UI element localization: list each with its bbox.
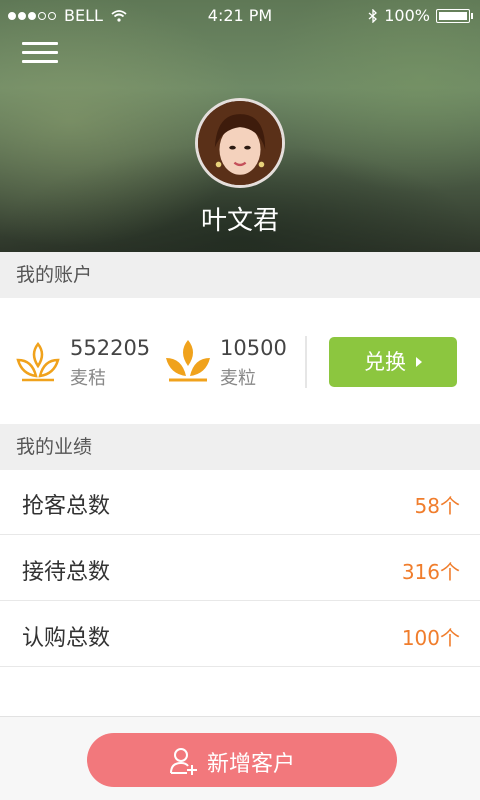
add-user-icon [170, 748, 197, 775]
grain-label: 麦粒 [220, 368, 256, 389]
avatar[interactable] [195, 98, 285, 188]
metric-value: 316个 [401, 560, 460, 584]
status-bar: BELL 4:21 PM 100% [0, 0, 480, 30]
user-name: 叶文君 [200, 206, 279, 236]
chevron-right-icon [416, 357, 422, 367]
wheat-grain-icon [166, 340, 210, 382]
exchange-button-label: 兑换 [364, 350, 406, 374]
bottom-bar: 新增客户 [0, 716, 480, 800]
metric-value: 100个 [401, 626, 460, 650]
avatar-photo [198, 101, 282, 185]
divider [305, 336, 307, 388]
bluetooth-icon [368, 8, 378, 23]
metric-label: 接待总数 [22, 560, 111, 585]
exchange-button[interactable]: 兑换 [329, 337, 457, 387]
metric-label: 认购总数 [22, 626, 111, 651]
menu-icon[interactable] [22, 40, 58, 66]
add-customer-button[interactable]: 新增客户 [87, 733, 397, 787]
performance-section-title: 我的业绩 [0, 424, 480, 470]
battery-percent: 100% [384, 6, 430, 25]
metric-label: 抢客总数 [22, 494, 111, 519]
add-customer-label: 新增客户 [207, 752, 296, 777]
metric-row-grab-total[interactable]: 抢客总数 58个 [0, 470, 480, 535]
straw-label: 麦秸 [70, 368, 106, 389]
account-panel: 552205 麦秸 10500 麦粒 兑换 [0, 298, 480, 424]
status-right: 100% [368, 6, 473, 25]
metric-value: 58个 [414, 494, 460, 518]
metric-row-reception-total[interactable]: 接待总数 316个 [0, 536, 480, 601]
metric-row-subscription-total[interactable]: 认购总数 100个 [0, 602, 480, 667]
account-section-title: 我的账户 [0, 252, 480, 298]
grain-count: 10500 [220, 336, 287, 360]
wheat-straw-icon [16, 341, 60, 382]
battery-icon [436, 8, 473, 23]
straw-count: 552205 [70, 336, 151, 360]
profile-header: BELL 4:21 PM 100% 叶文君 [0, 0, 480, 252]
